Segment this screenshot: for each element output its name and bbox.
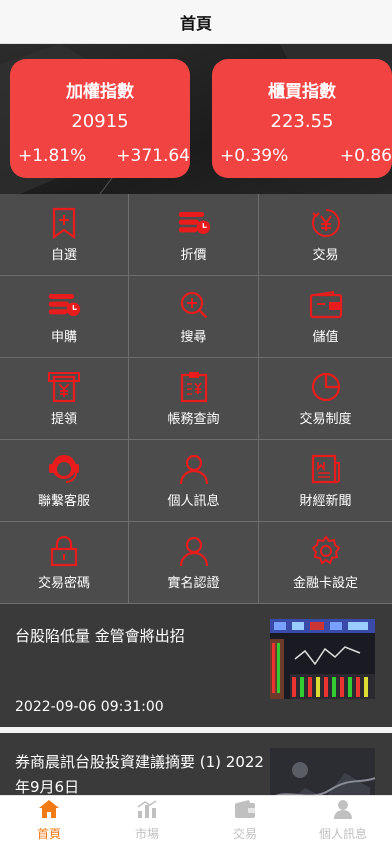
tab-label: 交易 [232,827,257,841]
ledger-icon [177,370,211,404]
menu-item-account-query[interactable]: 帳務查詢 [129,358,259,440]
subscribe-icon [47,288,81,322]
menu-item-label: 自選 [50,248,77,263]
menu-item-label: 財經新聞 [299,494,352,509]
tab-trade[interactable]: 交易 [196,796,294,845]
menu-item-label: 交易 [312,248,339,263]
menu-item-label: 交易密碼 [37,576,90,591]
menu-item-label: 申購 [50,330,77,345]
discount-icon [177,206,211,240]
index-banner: 加權指數 20915 +1.81% +371.64 櫃買指數 223.55 +0… [0,44,392,194]
menu-item-trading-rules[interactable]: 交易制度 [259,358,392,440]
index-point-change: +371.64 [116,146,190,166]
news-thumbnail [270,619,375,699]
person-icon [177,452,211,486]
index-name: 櫃買指數 [268,82,336,102]
index-name: 加權指數 [66,82,134,102]
index-value: 20915 [71,111,129,132]
menu-item-trade-password[interactable]: 交易密碼 [0,522,129,604]
menu-item-label: 聯繫客服 [37,494,90,509]
menu-item-label: 儲值 [312,330,339,345]
page-title: 首頁 [179,13,212,33]
index-card-otc[interactable]: 櫃買指數 223.55 +0.39% +0.86 [212,59,392,178]
menu-item-financial-news[interactable]: 財經新聞 [259,440,392,522]
tab-label: 首頁 [36,827,61,841]
menu-item-label: 折價 [180,248,207,263]
tab-label: 市場 [134,827,159,841]
menu-item-deposit[interactable]: 儲值 [259,276,392,358]
menu-item-label: 個人訊息 [167,494,220,509]
news-timestamp: 2022-09-06 09:31:00 [15,699,164,715]
verify-person-icon [177,534,211,568]
tab-market[interactable]: 市場 [98,796,196,845]
search-icon [177,288,211,322]
news-title: 台股陷低量 金管會將出招 [15,627,185,645]
lock-icon [47,534,81,568]
menu-item-withdraw[interactable]: 提領 [0,358,129,440]
home-icon [38,799,60,823]
tab-personal[interactable]: 個人訊息 [294,796,392,845]
settings-icon [309,534,343,568]
menu-item-discount[interactable]: 折價 [129,194,259,276]
wallet-icon [309,288,343,322]
news-thumbnail [270,748,375,795]
news-title: 券商晨訊台股投資建議摘要 (1) 2022年9月6日 [15,753,264,795]
customer-service-icon [47,452,81,486]
bookmark-icon [47,206,81,240]
pie-chart-icon [309,370,343,404]
index-value: 223.55 [270,111,334,132]
menu-item-personal-info[interactable]: 個人訊息 [129,440,259,522]
news-item[interactable]: 台股陷低量 金管會將出招 2022-09-06 09:31:00 [0,604,392,727]
index-card-taiex[interactable]: 加權指數 20915 +1.81% +371.64 [10,59,190,178]
feature-menu-grid: 自選 折價 交易 申購 搜尋 儲值 提領 帳務查詢 交易制度 聯繫客服 個人訊息… [0,194,392,604]
bottom-tab-bar: 首頁 市場 交易 個人訊息 [0,795,392,845]
menu-item-bank-card-settings[interactable]: 金融卡設定 [259,522,392,604]
wallet-tab-icon [234,799,256,823]
menu-item-label: 帳務查詢 [167,412,220,427]
menu-item-search[interactable]: 搜尋 [129,276,259,358]
menu-item-subscribe[interactable]: 申購 [0,276,129,358]
tab-label: 個人訊息 [318,827,367,841]
menu-item-label: 搜尋 [180,330,207,345]
index-percent-change: +1.81% [18,146,87,166]
market-chart-icon [136,799,158,823]
menu-item-watchlist[interactable]: 自選 [0,194,129,276]
menu-item-customer-service[interactable]: 聯繫客服 [0,440,129,522]
newspaper-icon [309,452,343,486]
menu-item-label: 金融卡設定 [292,576,358,591]
index-percent-change: +0.39% [220,146,289,166]
withdraw-icon [47,370,81,404]
yen-exchange-icon [309,206,343,240]
menu-item-label: 交易制度 [299,412,352,427]
menu-item-label: 提領 [50,412,77,427]
menu-item-label: 實名認證 [167,576,220,591]
menu-item-identity-verification[interactable]: 實名認證 [129,522,259,604]
index-point-change: +0.86 [339,146,392,166]
top-header: 首頁 [0,0,392,44]
tab-home[interactable]: 首頁 [0,796,98,845]
user-icon [332,799,354,823]
news-item[interactable]: 券商晨訊台股投資建議摘要 (1) 2022年9月6日 [0,733,392,795]
menu-item-trade[interactable]: 交易 [259,194,392,276]
